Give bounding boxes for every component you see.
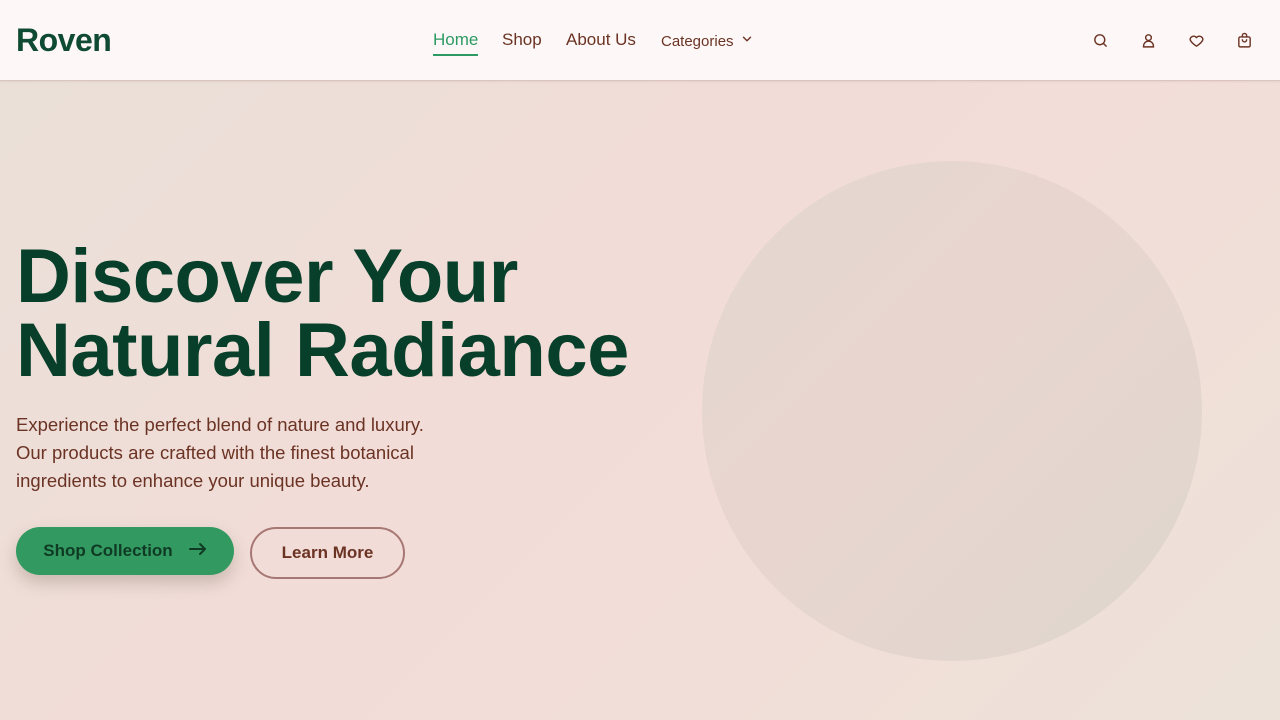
hero-subtitle-line-2: Our products are crafted with the finest… (16, 442, 414, 463)
nav-link-home[interactable]: Home (433, 29, 478, 51)
brand-logo[interactable]: Roven (16, 20, 112, 60)
hero-title-line-1: Discover Your (16, 234, 518, 319)
shop-collection-label: Shop Collection (43, 541, 173, 560)
categories-dropdown[interactable]: Categories (661, 31, 754, 53)
categories-label: Categories (661, 33, 734, 50)
search-icon[interactable] (1088, 28, 1112, 52)
shop-collection-button[interactable]: Shop Collection (16, 527, 234, 575)
nav-link-about-us[interactable]: About Us (566, 29, 636, 51)
hero-title: Discover Your Natural Radiance (16, 234, 656, 393)
active-nav-underline (433, 54, 478, 56)
learn-more-label: Learn More (281, 543, 374, 562)
hero-subtitle-line-3: ingredients to enhance your unique beaut… (16, 470, 370, 491)
nav-link-shop[interactable]: Shop (502, 29, 542, 51)
site-header: Roven Home Shop About Us Categories (0, 0, 1280, 81)
arrow-right-icon (188, 541, 207, 561)
user-icon[interactable] (1136, 28, 1160, 52)
bag-icon[interactable] (1232, 28, 1256, 52)
hero-subtitle: Experience the perfect blend of nature a… (16, 411, 466, 495)
learn-more-button[interactable]: Learn More (250, 527, 405, 579)
hero-subtitle-line-1: Experience the perfect blend of nature a… (16, 414, 424, 435)
hero-decorative-circle (702, 161, 1202, 661)
chevron-down-icon (740, 31, 754, 53)
hero-title-line-2: Natural Radiance (16, 308, 629, 393)
heart-icon[interactable] (1184, 28, 1208, 52)
